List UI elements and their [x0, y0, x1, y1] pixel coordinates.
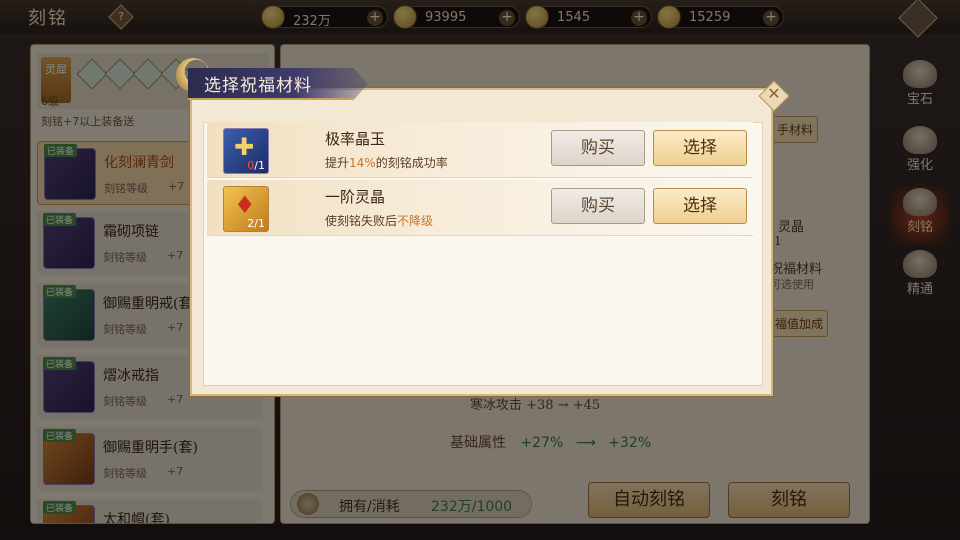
material-description: 使刻铭失败后不降级: [325, 214, 434, 228]
material-row: ✚ 0/1 极率晶玉 提升14%的刻铭成功率 购买 选择: [207, 122, 753, 178]
dialog-title: 选择祝福材料: [204, 76, 312, 96]
select-button[interactable]: 选择: [653, 130, 747, 166]
select-button[interactable]: 选择: [653, 188, 747, 224]
buy-button[interactable]: 购买: [551, 188, 645, 224]
close-button[interactable]: ✕: [758, 80, 790, 112]
buy-button[interactable]: 购买: [551, 130, 645, 166]
spirit-crystal-icon[interactable]: ♦ 2/1: [223, 186, 269, 232]
item-count: 0/1: [247, 159, 265, 172]
material-name: 极率晶玉: [325, 130, 386, 148]
item-count: 2/1: [247, 217, 265, 230]
material-row: ♦ 2/1 一阶灵晶 使刻铭失败后不降级 购买 选择: [207, 180, 753, 236]
material-name: 一阶灵晶: [325, 188, 386, 206]
material-description: 提升14%的刻铭成功率: [325, 156, 448, 170]
jade-crystal-icon[interactable]: ✚ 0/1: [223, 128, 269, 174]
dialog-header: 选择祝福材料: [176, 58, 376, 104]
close-icon: ✕: [767, 84, 781, 103]
